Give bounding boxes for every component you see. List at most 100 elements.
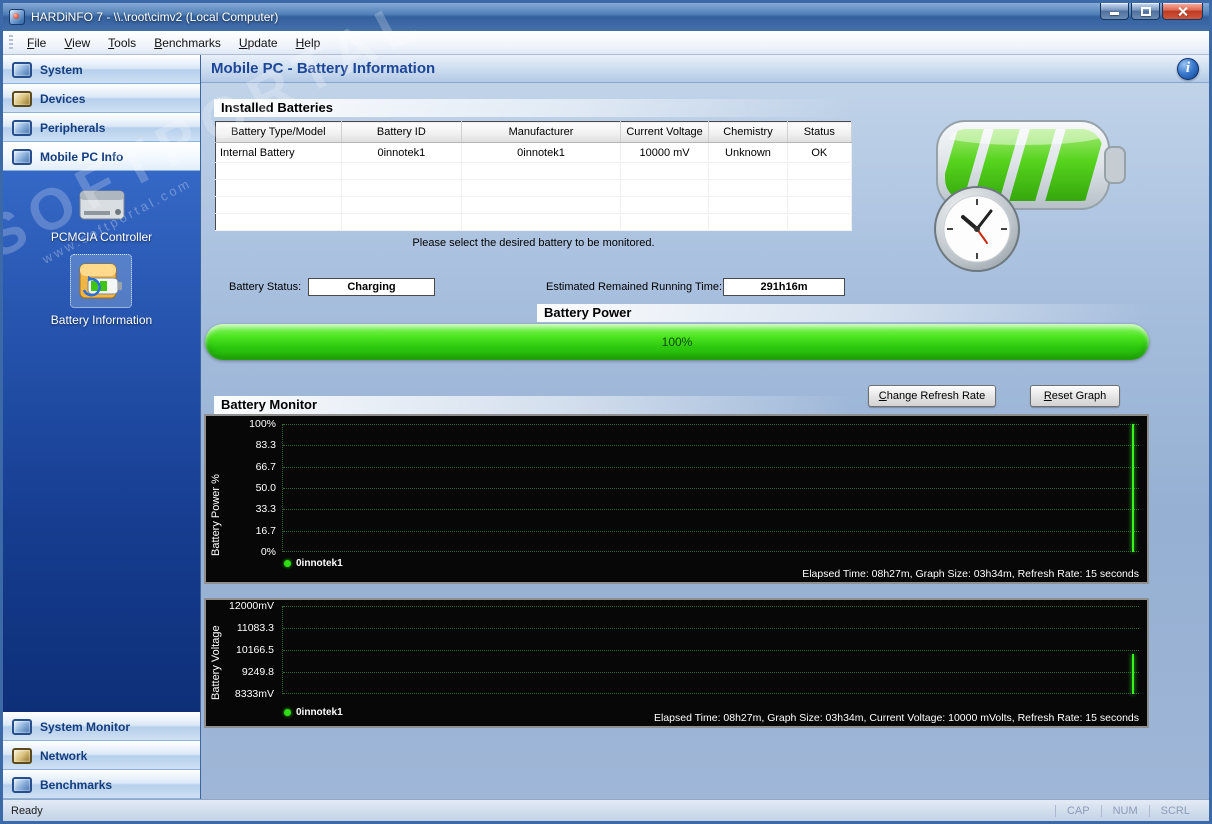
menu-help[interactable]: Help (287, 33, 330, 53)
battery-select-hint: Please select the desired battery to be … (412, 237, 655, 249)
gridline (283, 424, 1139, 425)
table-row[interactable]: Internal Battery 0innotek1 0innotek1 100… (215, 142, 853, 163)
close-icon (1177, 6, 1188, 17)
gridline (283, 693, 1139, 694)
system-icon (12, 61, 32, 78)
sidebar-item-devices[interactable]: Devices (3, 84, 200, 113)
window-title: HARDiNFO 7 - \\.\root\cimv2 (Local Compu… (31, 10, 279, 24)
y-tick: 12000mV (229, 600, 274, 612)
gridline (283, 672, 1139, 673)
num-indicator: NUM (1100, 804, 1149, 817)
voltage-graph-legend: 0innotek1 (284, 707, 343, 718)
info-icon[interactable]: i (1177, 57, 1199, 80)
titlebar[interactable]: HARDiNFO 7 - \\.\root\cimv2 (Local Compu… (3, 3, 1209, 31)
gridline (283, 531, 1139, 532)
table-row-empty (215, 213, 853, 231)
battery-status-value: Charging (308, 278, 435, 296)
category-panel: PCMCIA Controller Battery Information (3, 171, 200, 712)
battery-voltage-graph: Battery Voltage 12000mV 11083.3 10166.5 … (204, 598, 1149, 728)
sidebar-item-label: Mobile PC Info (40, 149, 124, 164)
status-text: Ready (11, 804, 43, 817)
cell-status: OK (787, 142, 853, 163)
content-area: Installed Batteries Battery Type/Model B… (201, 83, 1209, 799)
sidebar-item-system-monitor[interactable]: System Monitor (3, 712, 200, 741)
voltage-graph-ylabel: Battery Voltage (210, 625, 222, 700)
sidebar-item-label: Devices (40, 91, 86, 106)
caps-indicator: CAP (1054, 804, 1101, 817)
benchmarks-icon (12, 776, 32, 793)
sidebar-item-network[interactable]: Network (3, 741, 200, 770)
minimize-button[interactable] (1100, 3, 1129, 20)
menu-tools[interactable]: Tools (99, 33, 145, 53)
cell-chemistry: Unknown (708, 142, 788, 163)
y-tick: 9249.8 (241, 666, 274, 678)
menu-file[interactable]: File (18, 33, 55, 53)
gridline (283, 650, 1139, 651)
app-icon (9, 9, 25, 25)
table-row-empty (215, 196, 853, 214)
cell-battery-type: Internal Battery (215, 142, 342, 163)
y-tick: 83.3 (255, 439, 276, 451)
sidebar: System Devices Peripherals Mobile PC Inf… (3, 55, 201, 799)
section-installed-batteries: Installed Batteries (214, 99, 854, 117)
gridline (283, 509, 1139, 510)
column-battery-id[interactable]: Battery ID (341, 121, 463, 143)
menubar: File View Tools Benchmarks Update Help (3, 31, 1209, 55)
maximize-button[interactable] (1131, 3, 1160, 20)
cell-manufacturer: 0innotek1 (461, 142, 621, 163)
menu-update[interactable]: Update (230, 33, 287, 53)
power-graph-footer: Elapsed Time: 08h27m, Graph Size: 03h34m… (802, 568, 1139, 580)
battery-information-icon (79, 263, 123, 299)
close-button[interactable] (1162, 3, 1203, 20)
system-monitor-icon (12, 718, 32, 735)
column-status[interactable]: Status (787, 121, 853, 143)
sidebar-item-peripherals[interactable]: Peripherals (3, 113, 200, 142)
sidebar-item-label: Benchmarks (40, 777, 113, 792)
sidebar-item-label: System (40, 62, 83, 77)
section-battery-power: Battery Power (537, 304, 1149, 322)
sidebar-item-label: Peripherals (40, 120, 106, 135)
y-tick: 16.7 (255, 525, 276, 537)
panel-item-label: PCMCIA Controller (50, 230, 153, 244)
table-row-empty (215, 179, 853, 197)
change-refresh-rate-button[interactable]: Change Refresh Rate (868, 385, 996, 407)
voltage-plot-area (282, 606, 1139, 694)
network-icon (12, 747, 32, 764)
sidebar-item-mobile-pc-info[interactable]: Mobile PC Info (3, 142, 200, 171)
panel-item-battery-info[interactable]: Battery Information (51, 254, 152, 327)
table-header-row: Battery Type/Model Battery ID Manufactur… (215, 121, 853, 143)
window-controls (1100, 3, 1203, 20)
menu-benchmarks[interactable]: Benchmarks (145, 33, 230, 53)
devices-icon (12, 90, 32, 107)
power-data-line (1132, 424, 1134, 552)
panel-item-pcmcia[interactable]: PCMCIA Controller (51, 185, 152, 244)
column-chemistry[interactable]: Chemistry (708, 121, 788, 143)
keyboard-indicators: CAP NUM SCRL (1054, 800, 1201, 821)
sidebar-item-label: Network (40, 748, 88, 763)
gridline (283, 445, 1139, 446)
cell-battery-id: 0innotek1 (341, 142, 463, 163)
sidebar-item-system[interactable]: System (3, 55, 200, 84)
table-row-empty (215, 162, 853, 180)
legend-dot-icon (284, 560, 291, 567)
menu-grip (9, 34, 13, 51)
panel-item-label: Battery Information (50, 313, 153, 327)
battery-power-graph: Battery Power % 100% 83.3 66.7 50.0 33.3… (204, 414, 1149, 584)
battery-power-bar: 100% (205, 324, 1149, 360)
remaining-time-value: 291h16m (723, 278, 845, 296)
gridline (283, 551, 1139, 552)
column-current-voltage[interactable]: Current Voltage (620, 121, 710, 143)
power-graph-ylabel: Battery Power % (210, 474, 222, 556)
sidebar-item-benchmarks[interactable]: Benchmarks (3, 770, 200, 799)
sidebar-item-label: System Monitor (40, 719, 131, 734)
reset-graph-button[interactable]: Reset Graph (1030, 385, 1120, 407)
mobile-pc-icon (12, 148, 32, 165)
voltage-data-line (1132, 654, 1134, 694)
gridline (283, 467, 1139, 468)
info-glyph: i (1185, 60, 1191, 76)
column-battery-type[interactable]: Battery Type/Model (215, 121, 342, 143)
menu-view[interactable]: View (55, 33, 99, 53)
peripherals-icon (12, 119, 32, 136)
y-tick: 100% (249, 418, 276, 430)
column-manufacturer[interactable]: Manufacturer (461, 121, 621, 143)
